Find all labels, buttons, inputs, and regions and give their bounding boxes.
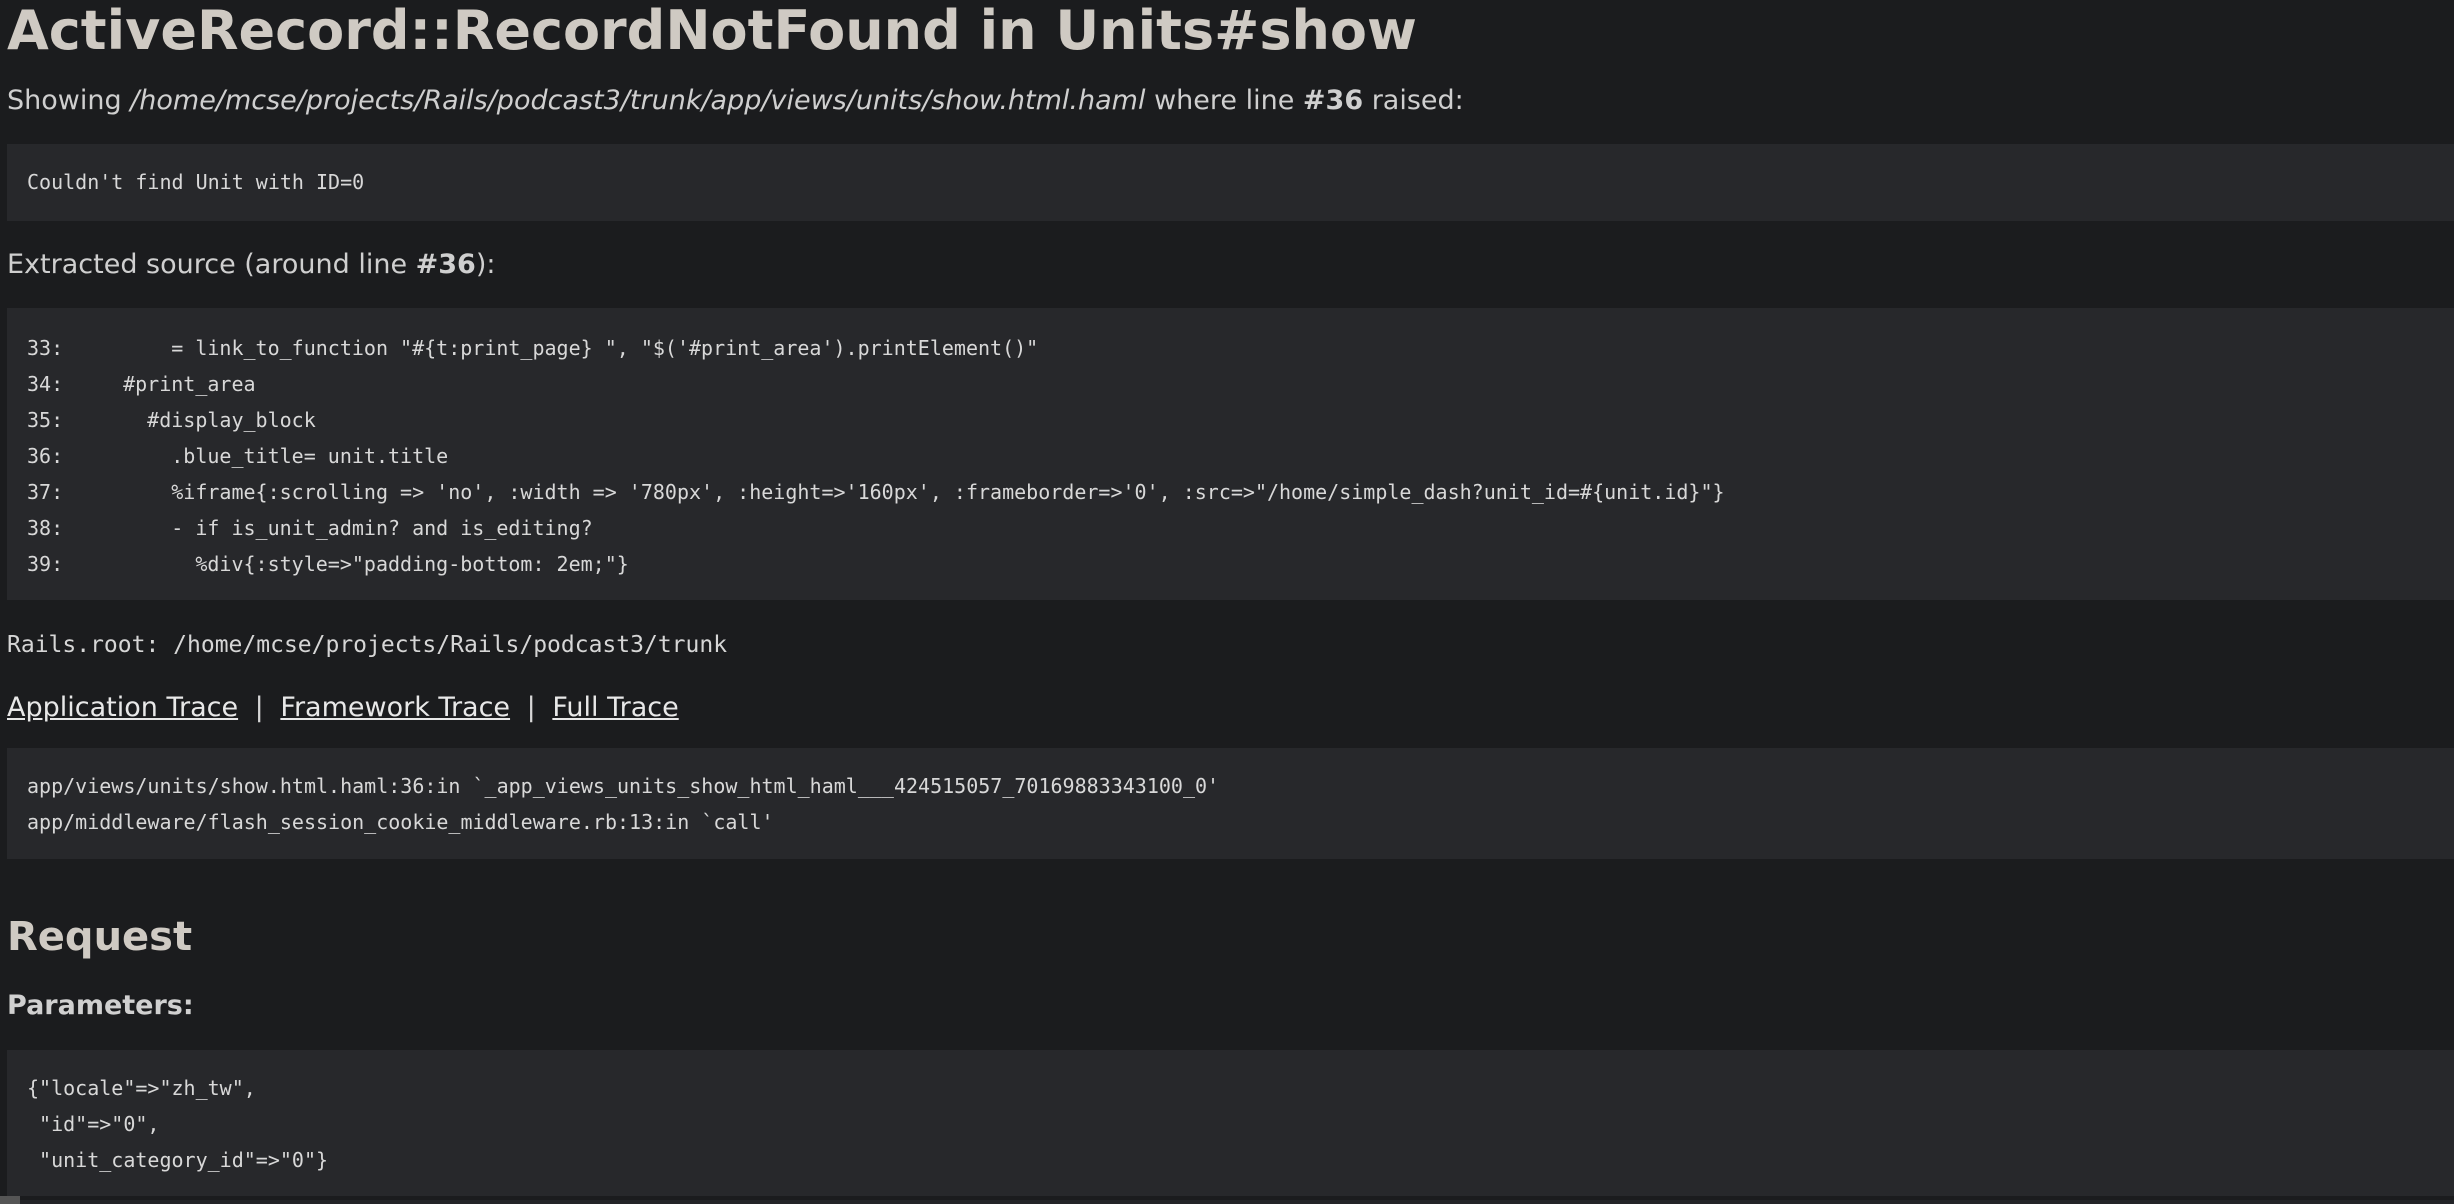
trace-box: app/views/units/show.html.haml:36:in `_a… [7, 748, 2454, 859]
source-line: 35: #display_block [27, 402, 2434, 438]
line-code: %iframe{:scrolling => 'no', :width => '7… [99, 480, 1725, 504]
line-code: %div{:style=>"padding-bottom: 2em;"} [99, 552, 629, 576]
error-location: Showing /home/mcse/projects/Rails/podcas… [7, 83, 1464, 119]
source-code-box: 33: = link_to_function "#{t:print_page} … [7, 308, 2454, 600]
param-line: "id"=>"0", [27, 1112, 160, 1136]
line-code: - if is_unit_admin? and is_editing? [99, 516, 593, 540]
where-line-text: where line [1154, 85, 1295, 116]
error-page: ActiveRecord::RecordNotFound in Units#sh… [0, 0, 2454, 1204]
extracted-source-heading: Extracted source (around line #36): [7, 247, 495, 283]
line-number: 37: [27, 480, 64, 504]
extracted-line-ref: #36 [415, 249, 476, 280]
full-trace-link[interactable]: Full Trace [552, 692, 678, 723]
framework-trace-link[interactable]: Framework Trace [280, 692, 510, 723]
trace-line: app/middleware/flash_session_cookie_midd… [27, 810, 774, 834]
param-line: "unit_category_id"=>"0"} [27, 1148, 329, 1172]
source-line: 37: %iframe{:scrolling => 'no', :width =… [27, 474, 2434, 510]
scrollbar-thumb[interactable] [0, 1196, 20, 1204]
extracted-suffix: ): [475, 249, 496, 280]
parameters-box: {"locale"=>"zh_tw", "id"=>"0", "unit_cat… [7, 1050, 2454, 1196]
error-message: Couldn't find Unit with ID=0 [27, 170, 365, 194]
line-code: #display_block [99, 408, 316, 432]
line-number: 33: [27, 336, 64, 360]
error-title: ActiveRecord::RecordNotFound in Units#sh… [7, 0, 1417, 62]
line-number: 36: [27, 444, 64, 468]
line-number: 35: [27, 408, 64, 432]
source-line: 34: #print_area [27, 366, 2434, 402]
line-number: 39: [27, 552, 64, 576]
line-number: 34: [27, 372, 64, 396]
line-code: .blue_title= unit.title [99, 444, 449, 468]
rails-root: Rails.root: /home/mcse/projects/Rails/po… [7, 632, 728, 658]
source-line: 39: %div{:style=>"padding-bottom: 2em;"} [27, 546, 2434, 582]
request-heading: Request [7, 914, 193, 960]
line-reference: #36 [1302, 85, 1364, 116]
showing-prefix: Showing [7, 85, 122, 116]
error-message-box: Couldn't find Unit with ID=0 [7, 144, 2454, 221]
horizontal-scrollbar[interactable] [0, 1200, 2454, 1204]
source-line: 38: - if is_unit_admin? and is_editing? [27, 510, 2434, 546]
line-code: #print_area [99, 372, 256, 396]
trace-separator: | [526, 692, 536, 723]
extracted-prefix: Extracted source (around line [7, 249, 416, 280]
line-code: = link_to_function "#{t:print_page} ", "… [99, 336, 1039, 360]
source-line: 33: = link_to_function "#{t:print_page} … [27, 330, 2434, 366]
trace-separator: | [254, 692, 264, 723]
trace-links: Application Trace | Framework Trace | Fu… [7, 690, 679, 726]
source-line: 36: .blue_title= unit.title [27, 438, 2434, 474]
trace-line: app/views/units/show.html.haml:36:in `_a… [27, 774, 1220, 798]
line-number: 38: [27, 516, 64, 540]
parameters-label: Parameters: [7, 990, 194, 1021]
raised-text: raised: [1371, 85, 1464, 116]
application-trace-link[interactable]: Application Trace [7, 692, 238, 723]
param-line: {"locale"=>"zh_tw", [27, 1076, 256, 1100]
template-path: /home/mcse/projects/Rails/podcast3/trunk… [130, 85, 1146, 116]
